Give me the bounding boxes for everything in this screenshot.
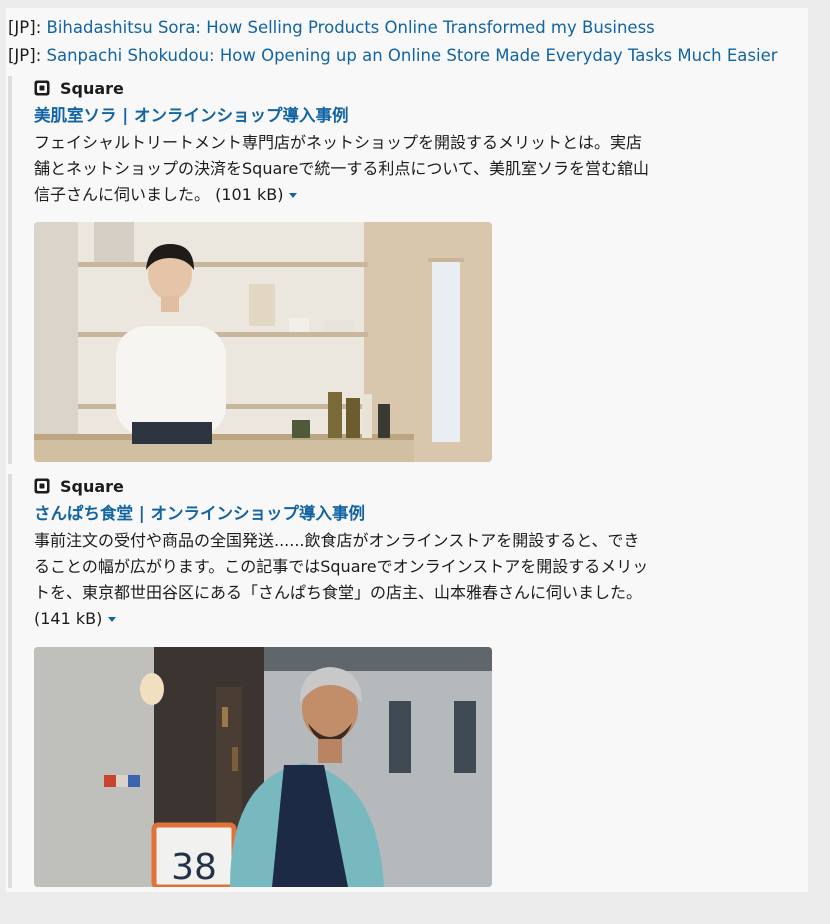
unfurl-service-header: Square [34,474,788,498]
unfurl-service-header: Square [34,76,788,100]
description-line-last: 信子さんに伺いました。 (101 kB) [34,182,764,208]
description-line: 事前注文の受付や商品の全国発送......飲食店がオンラインストアを開設すると、… [34,531,640,550]
description-line: 舗とネットショップの決済をSquareで統一する利点について、美肌室ソラを営む舘… [34,159,650,178]
sign-number-label: 38 [171,847,217,887]
square-logo-icon [34,80,50,96]
link-prefix: [JP]: [8,46,47,65]
photo-man-outside-restaurant-icon: 38 [34,647,492,887]
description-line-size: (141 kB) [34,606,764,632]
file-size-label: (101 kB) [215,185,284,204]
description-line: トを、東京都世田谷区にある「さんぱち食堂」の店主、山本雅春さんに伺いました。 [34,583,643,602]
message-link-line-2: [JP]: Sanpachi Shokudou: How Opening up … [8,44,778,68]
photo-woman-in-shop-icon [34,222,492,462]
description-line: ることの幅が広がります。この記事ではSquareでオンラインストアを開設するメリ… [34,557,649,576]
square-logo-icon [34,478,50,494]
unfurl-description: 事前注文の受付や商品の全国発送......飲食店がオンラインストアを開設すると、… [34,528,764,632]
description-line-text: 信子さんに伺いました。 [34,185,211,204]
unfurl-description: フェイシャルトリートメント専門店がネットショップを開設するメリットとは。実店 舗… [34,130,764,208]
link-prefix: [JP]: [8,18,47,37]
unfurl-image-sora[interactable] [34,222,492,462]
file-size-label: (141 kB) [34,609,103,628]
collapse-toggle-caret-icon[interactable] [289,193,298,198]
message-link-line-1: [JP]: Bihadashitsu Sora: How Selling Pro… [8,16,655,40]
description-line: フェイシャルトリートメント専門店がネットショップを開設するメリットとは。実店 [34,133,643,152]
unfurl-title-link[interactable]: 美肌室ソラ | オンラインショップ導入事例 [34,104,788,128]
article-link-sora[interactable]: Bihadashitsu Sora: How Selling Products … [47,18,655,37]
unfurl-title-link[interactable]: さんぱち食堂 | オンラインショップ導入事例 [34,502,788,526]
unfurl-service-name: Square [60,476,124,496]
unfurl-service-name: Square [60,78,124,98]
unfurl-image-sanpachi[interactable]: 38 [34,647,492,887]
collapse-toggle-caret-icon[interactable] [108,617,117,622]
article-link-sanpachi[interactable]: Sanpachi Shokudou: How Opening up an Onl… [47,46,778,65]
